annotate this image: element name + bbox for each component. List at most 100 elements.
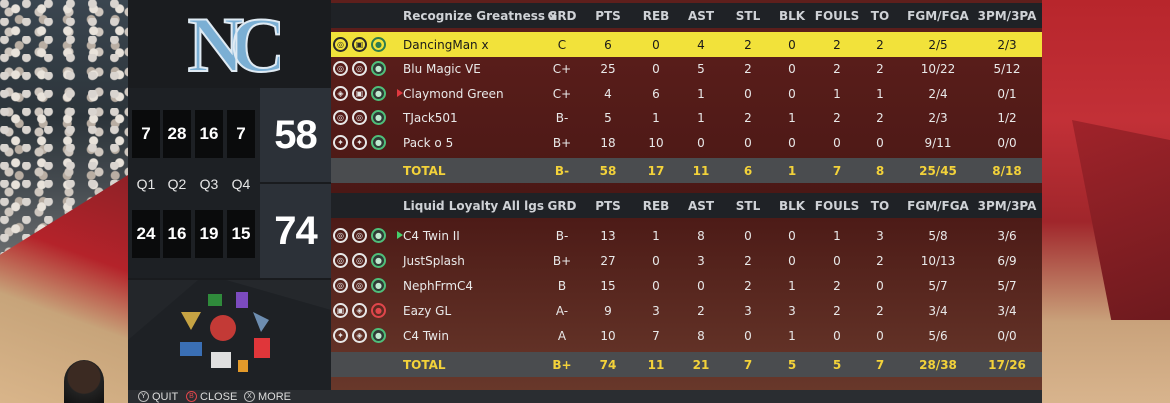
player-fouls: 2 [833,110,841,125]
target-icon: ◎ [352,110,367,125]
col-fgm-fga: FGM/FGA [907,198,969,213]
player-badge-icon: ● [371,61,386,76]
total-3p: 17/26 [988,357,1026,372]
quarter-label-q4: Q4 [231,176,251,192]
col-grd: GRD [547,198,577,213]
player-fg: 2/4 [928,86,948,101]
player-3p: 5/12 [993,61,1021,76]
player-3p: 1/2 [997,110,1017,125]
player-blk: 0 [788,37,796,52]
col-reb: REB [642,8,670,23]
player-blk: 1 [788,278,796,293]
more-button[interactable]: X MORE [244,390,291,403]
home-q1-score: 7 [132,110,160,158]
target-icon: ◎ [333,278,348,293]
player-ast: 3 [697,253,705,268]
player-to: 3 [876,228,884,243]
team2-player-row-5[interactable]: ✦ ◈ ● C4 Twin A 10 7 8 0 1 0 0 5/6 0/0 [331,323,1042,348]
away-q1-score: 24 [132,210,160,258]
home-total-score: 58 [260,88,331,182]
total-label: TOTAL [403,163,446,178]
total-fg: 28/38 [919,357,957,372]
team1-player-row-2[interactable]: ◎ ◎ ● Blu Magic VE C+ 25 0 5 2 0 2 2 10/22… [331,56,1042,81]
player-reb: 1 [652,228,660,243]
target-icon: ◎ [333,228,348,243]
player-3p: 3/6 [997,228,1017,243]
target-icon: ◎ [352,228,367,243]
col-fgm-fga: FGM/FGA [907,8,969,23]
total-label: TOTAL [403,357,446,372]
team1-player-row-3[interactable]: ◈ ▣ ● Claymond Green C+ 4 6 1 0 0 1 1 2/4 … [331,81,1042,106]
total-ast: 11 [692,163,710,178]
player-reb: 0 [652,37,660,52]
close-button[interactable]: B CLOSE [186,390,237,403]
league-logos-icon [128,280,331,372]
col-blk: BLK [778,8,806,23]
player-name: Eazy GL [403,303,452,318]
col-3pm-3pa: 3PM/3PA [977,198,1037,213]
player-grd: A [557,328,567,343]
total-3p: 8/18 [992,163,1022,178]
player-name: NephFrmC4 [403,278,474,293]
player-ast: 4 [697,37,705,52]
player-pts: 15 [600,278,616,293]
crew-logos [128,280,331,390]
player-pts: 27 [600,253,616,268]
player-3p: 0/1 [997,86,1017,101]
player-blk: 0 [788,135,796,150]
team1-player-row-5[interactable]: ✦ ✦ ● Pack o 5 B+ 18 10 0 0 0 0 0 9/11 0/0 [331,130,1042,155]
shield-icon: ◈ [352,303,367,318]
player-reb: 10 [648,135,664,150]
quit-button[interactable]: Y QUIT [138,390,178,403]
col-ast: AST [687,198,715,213]
player-to: 0 [876,328,884,343]
quarter-scores: 7 28 16 7 Q1 Q2 Q3 Q4 24 16 19 15 [128,88,260,278]
player-pts: 9 [604,303,612,318]
player-fouls: 2 [833,61,841,76]
team2-player-row-3[interactable]: ◎ ◎ ● NephFrmC4 B 15 0 0 2 1 2 0 5/7 5/7 [331,273,1042,298]
total-stl: 7 [743,357,753,372]
player-name: Claymond Green [403,86,504,101]
player-fg: 5/7 [928,278,948,293]
total-fg: 25/45 [919,163,957,178]
col-stl: STL [735,8,761,23]
controller-footer: Y QUIT B CLOSE X MORE [128,390,1042,403]
total-blk: 1 [787,163,797,178]
player-grd: B- [555,228,569,243]
away-total-score: 74 [260,184,331,278]
player-ast: 8 [697,328,705,343]
team2-player-row-1[interactable]: ◎ ◎ ● C4 Twin II B- 13 1 8 0 0 1 3 5/8 3/6 [331,223,1042,248]
team-logo: NC [128,0,331,88]
team1-player-row-1[interactable]: ◎ ▣ ● DancingMan x C 6 0 4 2 0 2 2 2/5 2/3 [331,32,1042,57]
y-button-icon: Y [138,391,149,402]
player-fouls: 1 [833,228,841,243]
player-fouls: 0 [833,135,841,150]
player-to: 2 [876,37,884,52]
total-fouls: 5 [832,357,842,372]
away-q3-score: 19 [195,210,223,258]
player-fouls: 2 [833,303,841,318]
team2-player-row-4[interactable]: ▣ ◈ ● Eazy GL A- 9 3 2 3 3 2 2 3/4 3/4 [331,298,1042,323]
player-badge-icon: ● [371,328,386,343]
close-label: CLOSE [200,390,238,403]
total-to: 8 [875,163,885,178]
player-3p: 3/4 [997,303,1017,318]
player-stl: 0 [744,328,752,343]
player-badge-icon: ● [371,110,386,125]
shield-icon: ◈ [352,328,367,343]
team2-header-row: Liquid Loyalty All lgs GRD PTS REB AST S… [331,193,1042,218]
red-badge-icon: ● [371,303,386,318]
player-fouls: 2 [833,278,841,293]
player-fouls: 2 [833,37,841,52]
team1-player-row-4[interactable]: ◎ ◎ ● TJack501 B- 5 1 1 2 1 2 2 2/3 1/2 [331,105,1042,130]
quarter-label-q2: Q2 [167,176,187,192]
team2-player-row-2[interactable]: ◎ ◎ ● JustSplash B+ 27 0 3 2 0 0 2 10/13 6… [331,248,1042,273]
team1-total-row: TOTAL B- 58 17 11 6 1 7 8 25/45 8/18 [331,158,1042,183]
player-to: 2 [876,110,884,125]
player-reb: 3 [652,303,660,318]
shield-icon: ◈ [333,86,348,101]
logo-text: NC [187,5,279,83]
player-stl: 2 [744,110,752,125]
player-fouls: 1 [833,86,841,101]
unc-nc-logo-icon: NC [186,5,279,83]
